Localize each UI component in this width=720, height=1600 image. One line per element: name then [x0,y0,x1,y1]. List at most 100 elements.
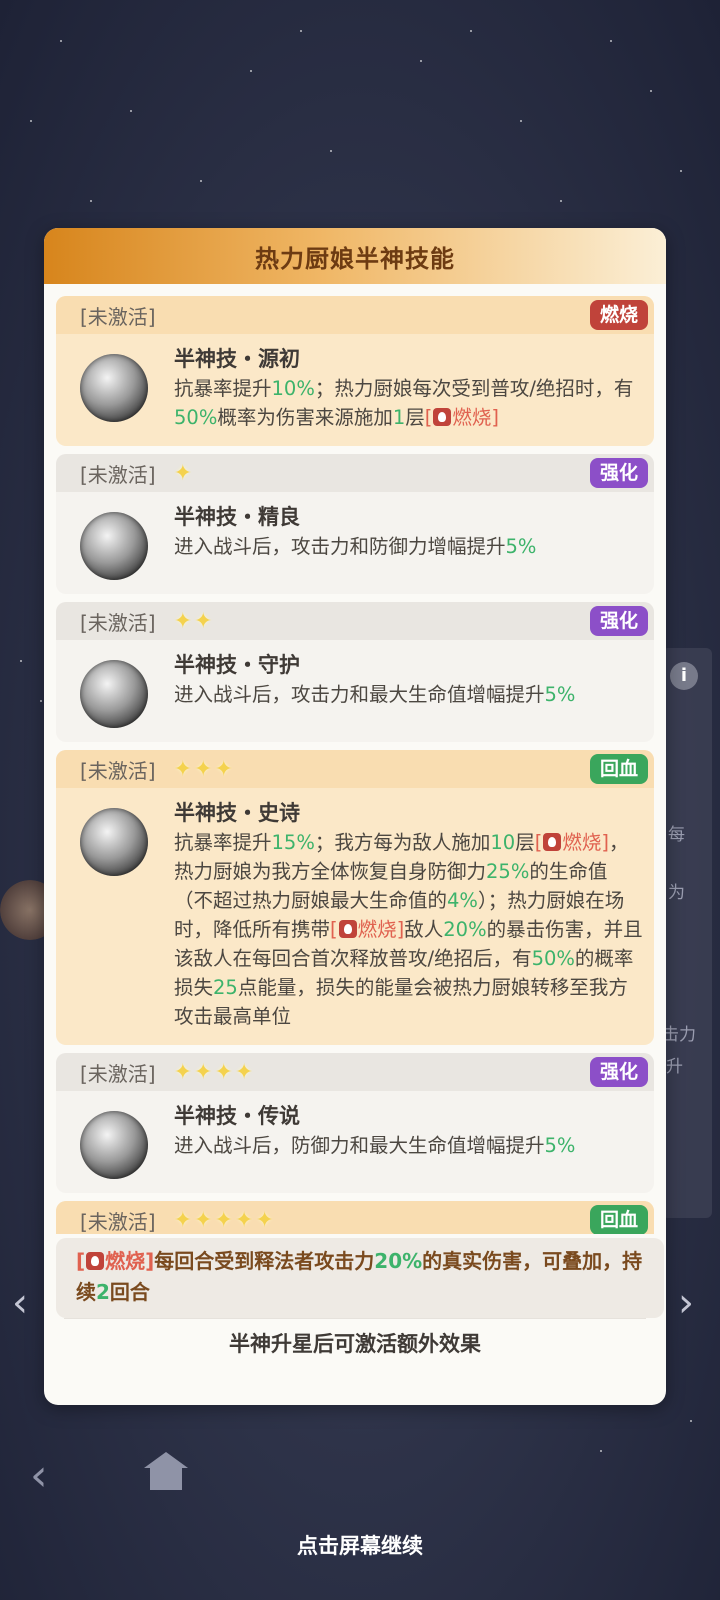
desc-segment: [ [534,831,543,854]
star-dot [40,700,42,702]
star-dot [560,200,562,202]
star-dot [30,120,32,122]
info-icon[interactable]: i [670,662,698,690]
desc-segment: 燃烧] [452,406,500,429]
star-dot [680,170,682,172]
skill-list[interactable]: [未激活] 燃烧 半神技・源初 抗暴率提升10%；热力厨娘每次受到普攻/绝招时，有50… [56,296,654,1234]
desc-segment: 10% [271,377,315,400]
dialog-title: 热力厨娘半神技能 [255,244,455,273]
skill-card-body: 半神技・精良 进入战斗后，攻击力和防御力增幅提升5% [56,492,654,594]
skill-type-badge: 回血 [589,1205,648,1234]
activation-status: [未激活] [80,304,156,329]
skill-description: 进入战斗后，防御力和最大生命值增幅提升5% [174,1131,646,1160]
background-panel [662,648,712,1218]
star-dot [470,30,472,32]
desc-segment: 敌人 [404,918,444,941]
star-dot [600,1450,602,1452]
dialog-header: 热力厨娘半神技能 [44,228,666,284]
desc-segment: 燃烧] [105,1249,155,1273]
skill-card[interactable]: [未激活]✦✦✦✦✦回血半神技・至臻 [56,1201,654,1234]
skill-type-badge: 燃烧 [589,300,648,330]
activation-status: [未激活] [80,758,156,783]
activation-status: [未激活] [80,462,156,487]
skill-content: 半神技・精良 进入战斗后，攻击力和防御力增幅提升5% [174,502,646,580]
skill-card-body: 半神技・史诗 抗暴率提升15%；我方每为敌人施加10层[燃烧]，热力厨娘为我方全体… [56,788,654,1045]
tap-to-continue[interactable]: 点击屏幕继续 [0,1530,720,1560]
skill-card[interactable]: [未激活] ✦✦ 强化半神技・守护进入战斗后，攻击力和最大生命值增幅提升5% [56,602,654,742]
desc-segment: 抗暴率提升 [174,831,272,854]
skill-icon [80,354,148,422]
skill-description: 抗暴率提升15%；我方每为敌人施加10层[燃烧]，热力厨娘为我方全体恢复自身防御… [174,828,646,1031]
skill-card[interactable]: [未激活] ✦✦✦ 回血 半神技・史诗 抗暴率提升15%；我方每为敌人施加10层[燃烧]… [56,750,654,1045]
skill-card-header: [未激活] ✦✦✦✦ 强化 [56,1053,654,1091]
desc-segment: 4% [447,889,478,912]
desc-segment: 燃烧] [562,831,609,854]
skill-description: 进入战斗后，攻击力和最大生命值增幅提升5% [174,680,646,709]
skill-type-badge: 强化 [589,1057,648,1087]
skill-content: 半神技・守护进入战斗后，攻击力和最大生命值增幅提升5% [174,650,646,728]
desc-segment: ；热力厨娘每次受到普攻/绝招时，有 [314,377,634,400]
star-rating-icon: ✦ [173,460,195,486]
activation-status: [未激活] [80,1209,156,1234]
next-arrow-icon[interactable]: › [678,1280,694,1326]
desc-segment: 层 [515,831,535,854]
desc-segment: 20% [443,918,487,941]
desc-segment: [ [424,406,433,429]
skill-content: 半神技・源初 抗暴率提升10%；热力厨娘每次受到普攻/绝招时，有 50%概率为伤害来… [174,344,646,432]
star-dot [650,90,652,92]
skill-card-header: [未激活] ✦ 强化 [56,454,654,492]
star-dot [520,120,522,122]
skill-card[interactable]: [未激活] ✦✦✦✦ 强化 半神技・传说 进入战斗后，防御力和最大生命值增幅提升5% [56,1053,654,1193]
desc-segment: 50% [174,406,218,429]
activation-status: [未激活] [80,610,156,635]
skill-icon [80,808,148,876]
star-dot [420,60,422,62]
skill-card[interactable]: [未激活] 燃烧半神技・源初 抗暴率提升10%；热力厨娘每次受到普攻/绝招时，有 50… [56,296,654,446]
desc-segment: 15% [271,831,315,854]
background-text: 击力 [662,1025,696,1045]
skill-card-body: 半神技・传说进入战斗后，防御力和最大生命值增幅提升5% [56,1091,654,1193]
skill-name: 半神技・传说 [174,1104,300,1128]
desc-segment: 点能量，损失的能量会被热力厨娘转移至我方攻击最高单位 [174,976,628,1028]
back-icon[interactable]: ‹ [30,1450,48,1501]
desc-segment: 进入战斗后，防御力和最大生命值增幅提升 [174,1134,545,1157]
skill-card[interactable]: [未激活] ✦ 强化半神技・精良 进入战斗后，攻击力和防御力增幅提升5% [56,454,654,594]
skill-icon [80,1111,148,1179]
desc-segment: [ [330,918,338,941]
skill-content: 半神技・传说进入战斗后，防御力和最大生命值增幅提升5% [174,1101,646,1179]
skill-type-badge: 强化 [589,458,648,488]
desc-segment: 5% [505,535,537,558]
home-icon[interactable] [144,1452,188,1492]
skill-icon [80,660,148,728]
desc-segment: 回合 [109,1280,150,1304]
skill-name: 半神技・源初 [174,347,300,371]
star-dot [330,150,332,152]
burn-icon [86,1252,105,1270]
skills-dialog: 热力厨娘半神技能 [未激活] 燃烧 半神技・源初 抗暴率提升10%；热力厨娘每次受到普… [44,228,666,1405]
star-dot [690,1420,692,1422]
background-text: 为 [668,883,685,903]
star-dot [300,30,302,32]
skill-content: 半神技・史诗 抗暴率提升15%；我方每为敌人施加10层[燃烧]，热力厨娘为我方全体… [174,798,646,1031]
desc-segment: 概率为伤害来源施加 [217,406,393,429]
burn-effect-note: [燃烧]每回合受到释法者攻击力20%的真实伤害，可叠加，持续2回合 [56,1238,664,1318]
skill-card-header: [未激活] ✦✦✦✦✦ 回血 [56,1201,654,1234]
desc-segment: 50% [531,947,575,970]
prev-arrow-icon[interactable]: ‹ [12,1280,28,1326]
skill-name: 半神技・守护 [174,653,300,677]
skill-name: 半神技・史诗 [174,801,300,825]
desc-segment: 抗暴率提升 [174,377,272,400]
desc-segment: 进入战斗后，攻击力和防御力增幅提升 [174,535,506,558]
star-rating-icon: ✦✦✦✦ [173,1059,256,1085]
desc-segment: 10 [490,831,516,854]
desc-segment: 5% [544,683,576,706]
burn-icon [543,833,562,851]
desc-segment: 2 [96,1280,110,1304]
star-dot [20,660,22,662]
skill-card-header: [未激活] ✦✦ 强化 [56,602,654,640]
skill-type-badge: 强化 [589,606,648,636]
desc-segment: 5% [544,1134,576,1157]
background-text: 升 [666,1057,683,1077]
desc-segment: 20% [374,1249,423,1273]
desc-segment: 燃烧] [357,918,405,941]
